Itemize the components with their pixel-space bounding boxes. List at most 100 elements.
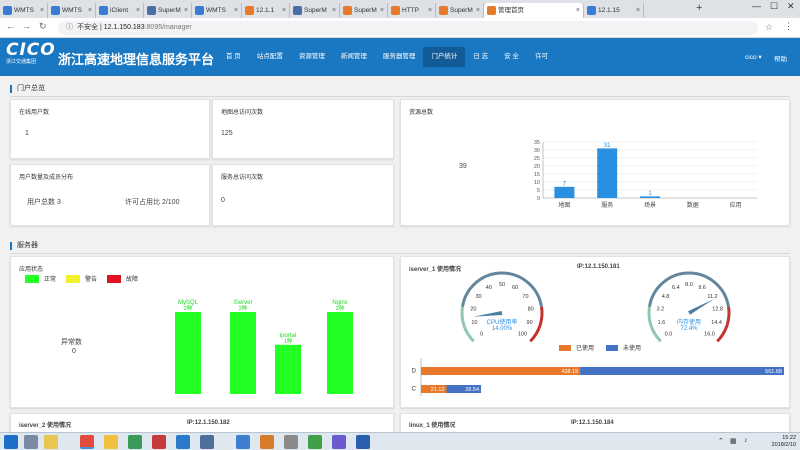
tab-close-icon[interactable]: × bbox=[40, 3, 44, 18]
tab-close-icon[interactable]: × bbox=[88, 3, 92, 18]
browser-menu-icon[interactable]: ⋮ bbox=[784, 21, 793, 32]
tab-close-icon[interactable]: × bbox=[428, 3, 432, 18]
app-icon[interactable] bbox=[332, 435, 346, 449]
app-icon[interactable] bbox=[176, 435, 190, 449]
app-status-card: 应用状态 正常 警告 故障 异常数 0 MySQL 2种 iServer 2种 iporta… bbox=[10, 256, 394, 408]
logo-subtext: 浙江交通集团 bbox=[6, 59, 37, 65]
clock-date: 2018/2/10 bbox=[771, 442, 796, 448]
nav-item[interactable]: 资源管理 bbox=[291, 47, 333, 67]
nav-item[interactable]: 门户统计 bbox=[423, 47, 466, 67]
start-icon[interactable] bbox=[4, 435, 18, 449]
map-visits-value: 125 bbox=[221, 130, 233, 137]
nav-item[interactable]: 服务器管理 bbox=[375, 47, 424, 67]
tab-label: 12.1.15 bbox=[598, 7, 620, 14]
nav-item[interactable]: 安 全 bbox=[496, 47, 527, 67]
tab-close-icon[interactable]: × bbox=[282, 3, 286, 18]
y-tick-label: 20 bbox=[534, 164, 540, 170]
bookmark-star-icon[interactable]: ☆ bbox=[765, 22, 773, 33]
app-icon[interactable] bbox=[356, 435, 370, 449]
app-icon[interactable] bbox=[128, 435, 142, 449]
file-explorer-icon[interactable] bbox=[44, 435, 58, 449]
app-icon[interactable] bbox=[152, 435, 166, 449]
tab-label: WMTS bbox=[62, 7, 82, 14]
browser-tab[interactable]: iClient × bbox=[96, 3, 144, 18]
reload-icon[interactable]: ↻ bbox=[39, 21, 47, 32]
tab-label: WMTS bbox=[14, 7, 34, 14]
nav-item[interactable]: 许可 bbox=[527, 47, 556, 67]
minimize-icon[interactable]: — bbox=[752, 1, 761, 11]
tab-close-icon[interactable]: × bbox=[184, 3, 188, 18]
browser-tab[interactable]: SuperM × bbox=[290, 3, 340, 18]
status-bar bbox=[327, 312, 353, 394]
volume-icon[interactable]: ♪ bbox=[744, 437, 748, 444]
online-users-card: 在线用户数 1 bbox=[10, 99, 210, 159]
app-icon[interactable] bbox=[284, 435, 298, 449]
app-icon[interactable] bbox=[260, 435, 274, 449]
forward-icon[interactable]: → bbox=[22, 21, 31, 31]
tab-favicon-icon bbox=[487, 6, 496, 15]
iserver2-title: iserver_2 使用情况 bbox=[19, 423, 72, 429]
tab-close-icon[interactable]: × bbox=[380, 3, 384, 18]
close-window-icon[interactable]: ✕ bbox=[787, 1, 795, 12]
maximize-icon[interactable]: ☐ bbox=[770, 1, 778, 12]
tab-favicon-icon bbox=[99, 6, 108, 15]
bar bbox=[554, 186, 575, 198]
app-status-chart: MySQL2种iServer2种iportal1种Nginx2种 bbox=[175, 300, 353, 394]
browser-tab[interactable]: HTTP × bbox=[388, 3, 436, 18]
tray-expand-icon[interactable]: ⌃ bbox=[718, 437, 724, 445]
nav-item[interactable]: 日 志 bbox=[465, 47, 496, 67]
nav-item[interactable]: 站点配置 bbox=[249, 47, 291, 67]
url-input[interactable]: ⓘ 不安全 | 12.1.150.183:8095/manager bbox=[58, 21, 758, 35]
browser-tab[interactable]: 12.1.15 × bbox=[584, 3, 644, 18]
tab-favicon-icon bbox=[51, 6, 60, 15]
user-distribution-card: 用户数量及成员分布 用户总数 3 许可占用比 2/100 bbox=[10, 164, 210, 226]
chrome-icon[interactable] bbox=[80, 435, 94, 449]
map-visits-title: 地图总访问次数 bbox=[221, 110, 264, 116]
windows-taskbar: ⌃ ▦ ♪ 15:22 2018/2/10 bbox=[0, 432, 800, 450]
browser-tab[interactable]: SuperM × bbox=[340, 3, 388, 18]
folder-icon[interactable] bbox=[104, 435, 118, 449]
browser-tab[interactable]: SuperM × bbox=[144, 3, 192, 18]
taskbar-clock[interactable]: 15:22 2018/2/10 bbox=[762, 435, 796, 449]
network-icon[interactable]: ▦ bbox=[730, 437, 737, 445]
cico-logo: CICO 浙江交通集团 bbox=[6, 41, 56, 71]
user-dist-title: 用户数量及成员分布 bbox=[19, 175, 74, 181]
tab-favicon-icon bbox=[147, 6, 156, 15]
tab-close-icon[interactable]: × bbox=[636, 3, 640, 18]
nav-item[interactable]: 首 页 bbox=[218, 47, 249, 67]
task-view-icon[interactable] bbox=[24, 435, 38, 449]
segment-value: 438.19 bbox=[561, 369, 578, 375]
browser-tab[interactable]: WMTS × bbox=[192, 3, 242, 18]
user-menu[interactable]: cico ▾ bbox=[745, 53, 762, 61]
browser-tab[interactable]: WMTS × bbox=[0, 3, 48, 18]
new-tab-icon[interactable]: + bbox=[696, 2, 702, 14]
app-icon[interactable] bbox=[200, 435, 214, 449]
tab-close-icon[interactable]: × bbox=[136, 3, 140, 18]
browser-tab[interactable]: SuperM × bbox=[436, 3, 484, 18]
bar-count-label: 2种 bbox=[336, 304, 345, 312]
tab-favicon-icon bbox=[293, 6, 302, 15]
back-icon[interactable]: ← bbox=[6, 21, 15, 31]
app-icon[interactable] bbox=[236, 435, 250, 449]
browser-tab[interactable]: 管理首页 × bbox=[484, 3, 584, 18]
url-path: :8095/manager bbox=[144, 24, 192, 31]
help-link[interactable]: 帮助 bbox=[774, 53, 787, 63]
app-icon[interactable] bbox=[308, 435, 322, 449]
tab-close-icon[interactable]: × bbox=[576, 3, 580, 18]
tab-close-icon[interactable]: × bbox=[234, 3, 238, 18]
license-ratio: 许可占用比 2/100 bbox=[125, 199, 180, 206]
tab-favicon-icon bbox=[439, 6, 448, 15]
tab-close-icon[interactable]: × bbox=[332, 3, 336, 18]
x-tick-label: 数据 bbox=[687, 201, 699, 209]
tab-label: SuperM bbox=[304, 7, 327, 14]
divider bbox=[10, 253, 790, 254]
nav-item[interactable]: 新闻管理 bbox=[333, 47, 375, 67]
tab-close-icon[interactable]: × bbox=[476, 3, 480, 18]
tab-favicon-icon bbox=[3, 6, 12, 15]
online-users-title: 在线用户数 bbox=[19, 110, 50, 116]
info-icon: ⓘ bbox=[66, 24, 73, 31]
user-total: 用户总数 3 bbox=[27, 199, 61, 206]
browser-tab[interactable]: 12.1.1 × bbox=[242, 3, 290, 18]
tab-label: WMTS bbox=[206, 7, 226, 14]
browser-tab[interactable]: WMTS × bbox=[48, 3, 96, 18]
